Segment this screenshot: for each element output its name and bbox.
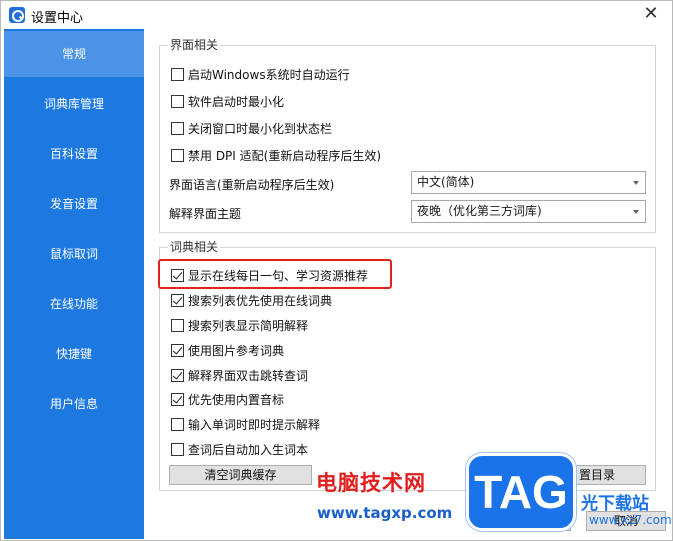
- disable-dpi-checkbox[interactable]: 禁用 DPI 适配(重新启动程序后生效): [171, 147, 381, 163]
- language-select-value: 中文(简体): [417, 175, 475, 189]
- checkbox-box[interactable]: [171, 343, 184, 357]
- prefer-online-dict-checkbox[interactable]: 搜索列表优先使用在线词典: [171, 292, 332, 308]
- watermark-logo: TAG: [466, 453, 576, 531]
- sidebar-item-encyclopedia[interactable]: 百科设置: [4, 131, 144, 177]
- auto-add-wordbook-checkbox[interactable]: 查词后自动加入生词本: [171, 441, 308, 457]
- instant-hint-checkbox[interactable]: 输入单词时即时提示解释: [171, 416, 320, 432]
- chevron-down-icon: [633, 181, 639, 185]
- image-dict-checkbox[interactable]: 使用图片参考词典: [171, 342, 284, 358]
- checkbox-box[interactable]: [171, 417, 184, 431]
- theme-select-value: 夜晚（优化第三方词库): [417, 204, 542, 218]
- sidebar-item-user-info[interactable]: 用户信息: [4, 381, 144, 427]
- settings-window: 设置中心 ✕ 常规 词典库管理 百科设置 发音设置 鼠标取词 在线功能 快捷键 …: [0, 0, 673, 541]
- title-bar: 设置中心 ✕: [1, 1, 672, 29]
- interface-group-legend: 界面相关: [168, 38, 221, 52]
- checkbox-box[interactable]: [171, 392, 184, 406]
- checkbox-box[interactable]: [171, 368, 184, 382]
- autostart-checkbox[interactable]: 启动Windows系统时自动运行: [171, 66, 350, 82]
- checkbox-box[interactable]: [171, 293, 184, 307]
- theme-select[interactable]: 夜晚（优化第三方词库): [411, 200, 646, 223]
- checkbox-label: 软件启动时最小化: [188, 94, 285, 109]
- language-label: 界面语言(重新启动程序后生效): [169, 178, 335, 192]
- checkbox-box[interactable]: [171, 318, 184, 332]
- checkbox-label: 优先使用内置音标: [188, 392, 285, 407]
- minimize-to-tray-checkbox[interactable]: 关闭窗口时最小化到状态栏: [171, 120, 332, 136]
- app-search-icon: [9, 7, 25, 23]
- checkbox-label: 输入单词时即时提示解释: [188, 417, 321, 432]
- checkbox-box[interactable]: [171, 442, 184, 456]
- chevron-down-icon: [633, 210, 639, 214]
- language-select[interactable]: 中文(简体): [411, 171, 646, 194]
- sidebar-item-shortcuts[interactable]: 快捷键: [4, 331, 144, 377]
- sidebar-item-pronunciation[interactable]: 发音设置: [4, 181, 144, 227]
- checkbox-label: 关闭窗口时最小化到状态栏: [188, 121, 333, 136]
- theme-label: 解释界面主题: [169, 207, 242, 221]
- checkbox-label: 搜索列表优先使用在线词典: [188, 293, 333, 308]
- watermark-site-name: 光下载站: [581, 494, 649, 514]
- dictionary-group-legend: 词典相关: [168, 240, 221, 254]
- checkbox-box[interactable]: [171, 67, 184, 81]
- checkbox-box[interactable]: [171, 148, 184, 162]
- sidebar-item-mouse-lookup[interactable]: 鼠标取词: [4, 231, 144, 277]
- highlight-annotation: [158, 259, 392, 289]
- checkbox-box[interactable]: [171, 94, 184, 108]
- watermark-site-url: www.xz7.com: [589, 513, 672, 527]
- checkbox-label: 解释界面双击跳转查词: [188, 368, 309, 383]
- checkbox-label: 启动Windows系统时自动运行: [188, 67, 350, 82]
- sidebar-item-online-features[interactable]: 在线功能: [4, 281, 144, 327]
- sidebar-item-dictionary-manager[interactable]: 词典库管理: [4, 81, 144, 127]
- window-title: 设置中心: [31, 11, 84, 26]
- close-icon[interactable]: ✕: [636, 3, 666, 27]
- checkbox-label: 禁用 DPI 适配(重新启动程序后生效): [188, 148, 382, 163]
- start-minimized-checkbox[interactable]: 软件启动时最小化: [171, 93, 284, 109]
- sidebar-item-general[interactable]: 常规: [4, 31, 144, 77]
- double-click-lookup-checkbox[interactable]: 解释界面双击跳转查词: [171, 367, 308, 383]
- clear-dict-cache-button[interactable]: 清空词典缓存: [169, 465, 312, 485]
- brief-explanation-checkbox[interactable]: 搜索列表显示简明解释: [171, 317, 308, 333]
- checkbox-box[interactable]: [171, 121, 184, 135]
- checkbox-label: 查词后自动加入生词本: [188, 442, 309, 457]
- watermark-title: 电脑技术网: [316, 471, 426, 495]
- watermark-url: www.tagxp.com: [317, 504, 453, 522]
- builtin-phonetic-checkbox[interactable]: 优先使用内置音标: [171, 391, 284, 407]
- sidebar: 常规 词典库管理 百科设置 发音设置 鼠标取词 在线功能 快捷键 用户信息: [4, 29, 144, 539]
- checkbox-label: 搜索列表显示简明解释: [188, 318, 309, 333]
- checkbox-label: 使用图片参考词典: [188, 343, 285, 358]
